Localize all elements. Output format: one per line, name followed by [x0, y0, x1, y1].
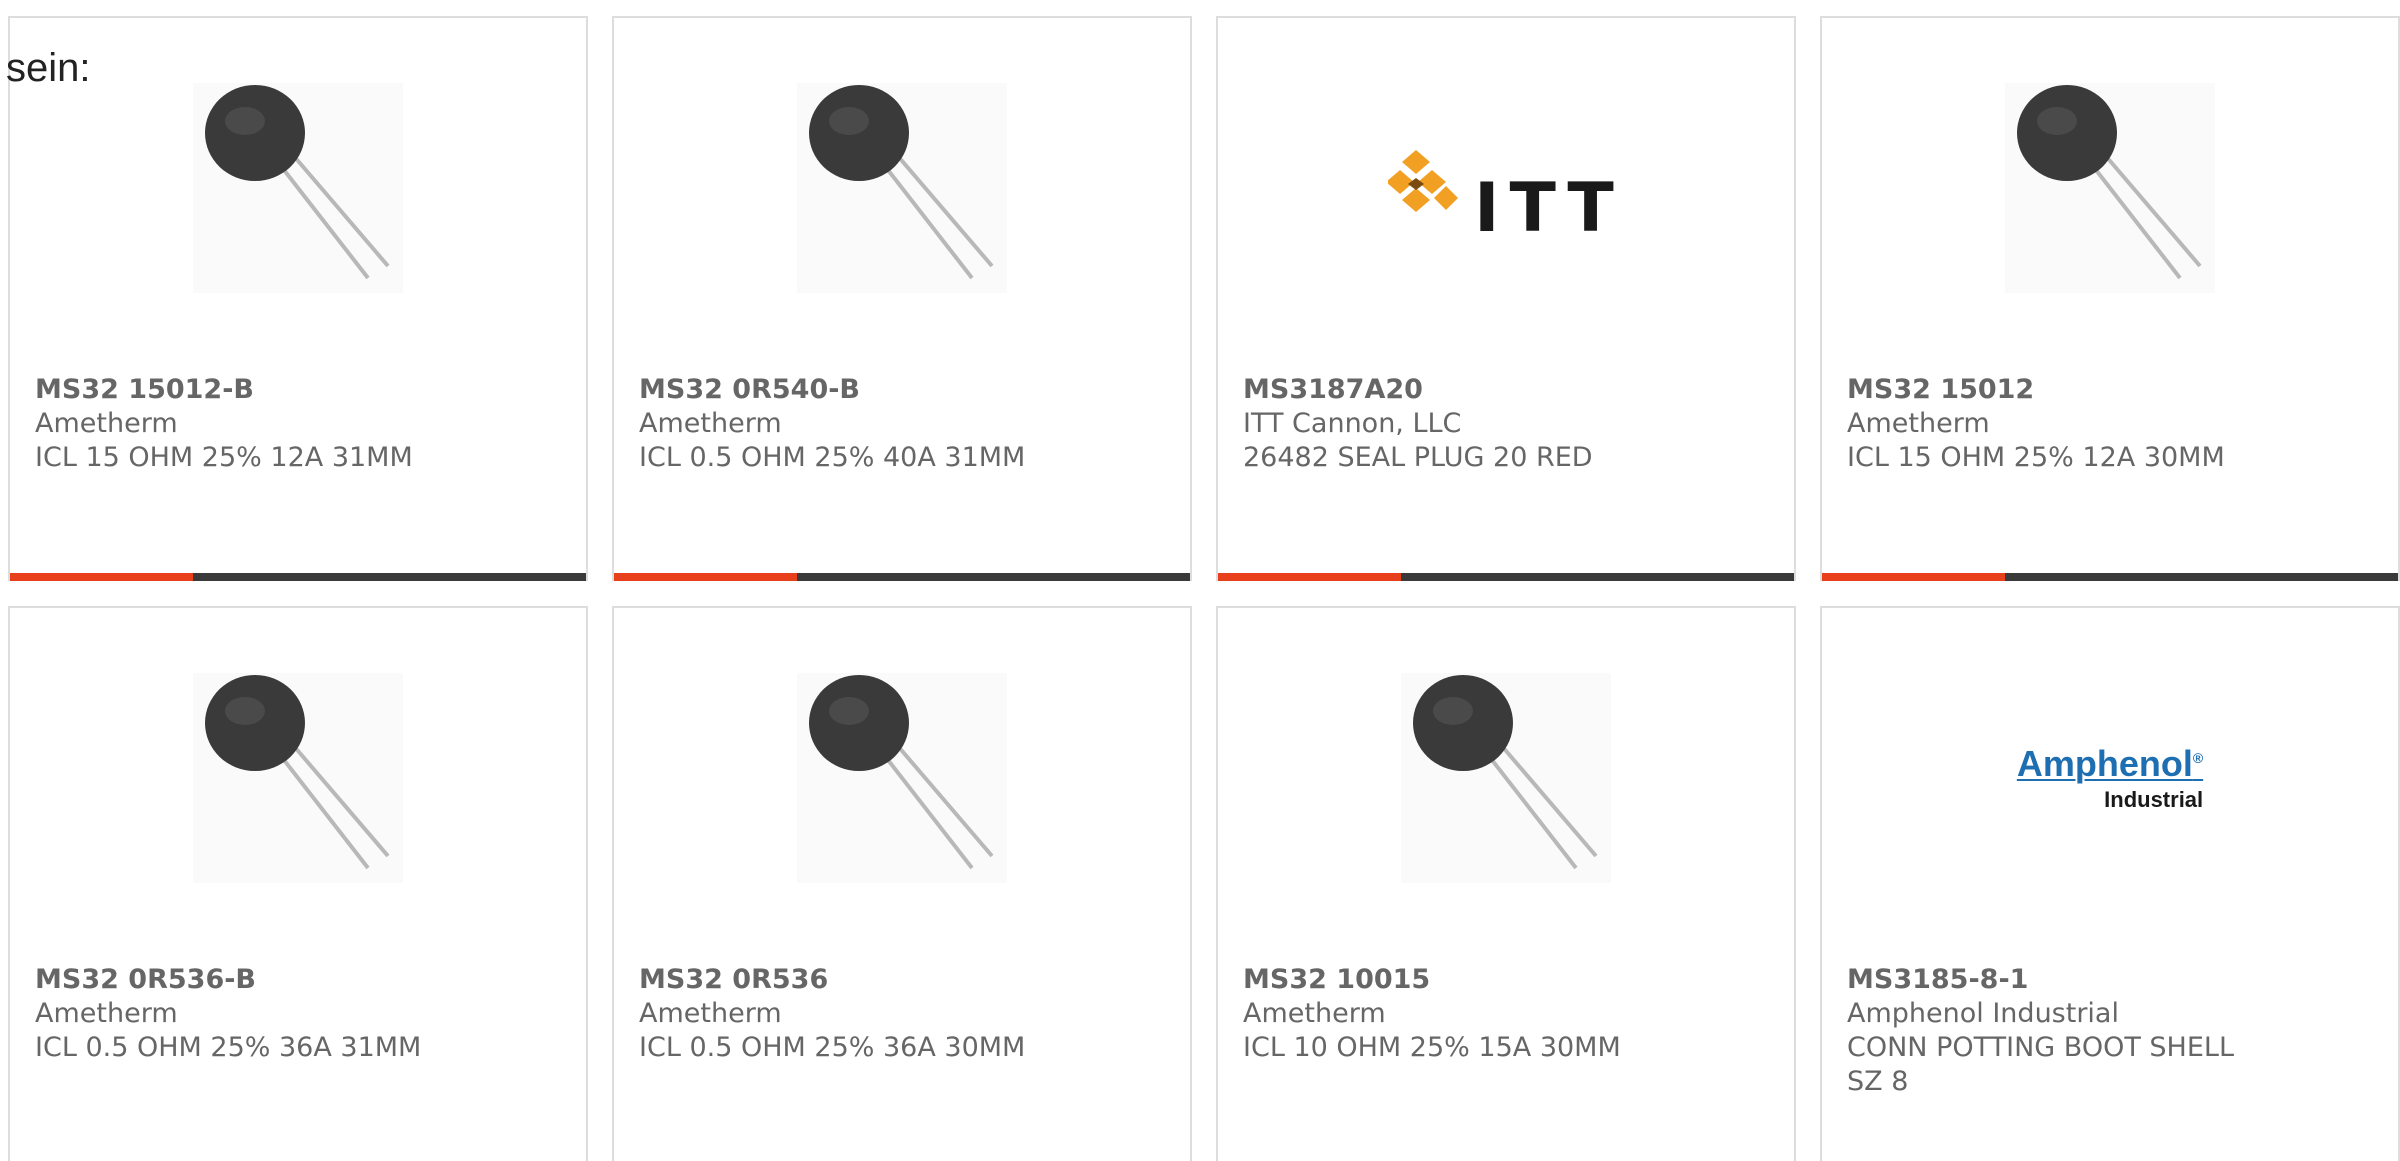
- part-number-link[interactable]: MS32 0R536: [639, 963, 1139, 997]
- product-card[interactable]: MS32 10015 Ametherm ICL 10 OHM 25% 15A 3…: [1216, 606, 1796, 1161]
- card-bar-accent: [1822, 573, 2005, 581]
- part-number-link[interactable]: MS3185-8-1: [1847, 963, 2267, 997]
- product-image[interactable]: ITT: [1218, 78, 1794, 298]
- card-bar-accent: [10, 573, 193, 581]
- product-info: MS32 15012 Ametherm ICL 15 OHM 25% 12A 3…: [1847, 373, 2347, 475]
- product-card[interactable]: Amphenol® Industrial MS3185-8-1 Amphenol…: [1820, 606, 2400, 1161]
- product-description: ICL 15 OHM 25% 12A 30MM: [1847, 442, 2225, 473]
- product-card[interactable]: MS32 0R536 Ametherm ICL 0.5 OHM 25% 36A …: [612, 606, 1192, 1161]
- product-info: MS32 0R536 Ametherm ICL 0.5 OHM 25% 36A …: [639, 963, 1139, 1065]
- product-description: ICL 10 OHM 25% 15A 30MM: [1243, 1032, 1621, 1063]
- product-info: MS3187A20 ITT Cannon, LLC 26482 SEAL PLU…: [1243, 373, 1743, 475]
- product-info: MS32 15012-B Ametherm ICL 15 OHM 25% 12A…: [35, 373, 535, 475]
- thermistor-icon: [2005, 83, 2215, 293]
- manufacturer-name: Ametherm: [639, 998, 782, 1029]
- amphenol-logo: Amphenol® Industrial: [2017, 743, 2203, 813]
- product-image[interactable]: [1822, 78, 2398, 298]
- product-description: ICL 0.5 OHM 25% 36A 31MM: [35, 1032, 422, 1063]
- product-info: MS3185-8-1 Amphenol Industrial CONN POTT…: [1847, 963, 2267, 1099]
- part-number-link[interactable]: MS32 0R536-B: [35, 963, 535, 997]
- part-number-link[interactable]: MS3187A20: [1243, 373, 1743, 407]
- product-image[interactable]: [10, 668, 586, 888]
- thermistor-icon: [797, 673, 1007, 883]
- itt-logo-mark-icon: [1388, 150, 1459, 212]
- product-description: ICL 15 OHM 25% 12A 31MM: [35, 442, 413, 473]
- card-bar-accent: [614, 573, 797, 581]
- part-number-link[interactable]: MS32 0R540-B: [639, 373, 1139, 407]
- manufacturer-name: ITT Cannon, LLC: [1243, 408, 1462, 439]
- product-image[interactable]: [614, 668, 1190, 888]
- product-info: MS32 10015 Ametherm ICL 10 OHM 25% 15A 3…: [1243, 963, 1743, 1065]
- card-bar: [1822, 573, 2398, 581]
- manufacturer-name: Ametherm: [35, 408, 178, 439]
- product-description: ICL 0.5 OHM 25% 36A 30MM: [639, 1032, 1026, 1063]
- thermistor-icon: [193, 83, 403, 293]
- itt-logo-text: ITT: [1474, 168, 1624, 248]
- part-number-link[interactable]: MS32 15012: [1847, 373, 2347, 407]
- thermistor-icon: [1401, 673, 1611, 883]
- product-description: CONN POTTING BOOT SHELL SZ 8: [1847, 1032, 2235, 1097]
- product-card[interactable]: MS32 15012 Ametherm ICL 15 OHM 25% 12A 3…: [1820, 16, 2400, 581]
- itt-logo: ITT: [1388, 129, 1624, 248]
- product-card[interactable]: MS32 0R540-B Ametherm ICL 0.5 OHM 25% 40…: [612, 16, 1192, 581]
- part-number-link[interactable]: MS32 15012-B: [35, 373, 535, 407]
- manufacturer-name: Ametherm: [1847, 408, 1990, 439]
- product-image[interactable]: [10, 78, 586, 298]
- product-card[interactable]: MS32 0R536-B Ametherm ICL 0.5 OHM 25% 36…: [8, 606, 588, 1161]
- card-bar: [614, 573, 1190, 581]
- manufacturer-name: Ametherm: [639, 408, 782, 439]
- amphenol-logo-subtext: Industrial: [2104, 787, 2204, 812]
- manufacturer-name: Amphenol Industrial: [1847, 998, 2119, 1029]
- thermistor-icon: [193, 673, 403, 883]
- product-info: MS32 0R540-B Ametherm ICL 0.5 OHM 25% 40…: [639, 373, 1139, 475]
- product-image[interactable]: [1218, 668, 1794, 888]
- product-card[interactable]: MS32 15012-B Ametherm ICL 15 OHM 25% 12A…: [8, 16, 588, 581]
- part-number-link[interactable]: MS32 10015: [1243, 963, 1743, 997]
- amphenol-logo-text: Amphenol®: [2016, 743, 2204, 784]
- product-grid: MS32 15012-B Ametherm ICL 15 OHM 25% 12A…: [0, 0, 2400, 1161]
- card-bar: [10, 573, 586, 581]
- thermistor-icon: [797, 83, 1007, 293]
- intro-text: sein:: [6, 46, 91, 90]
- product-image[interactable]: [614, 78, 1190, 298]
- product-card[interactable]: ITT MS3187A20 ITT Cannon, LLC 26482 SEAL…: [1216, 16, 1796, 581]
- card-bar-accent: [1218, 573, 1401, 581]
- product-image[interactable]: Amphenol® Industrial: [1822, 668, 2398, 888]
- manufacturer-name: Ametherm: [35, 998, 178, 1029]
- card-bar: [1218, 573, 1794, 581]
- product-description: ICL 0.5 OHM 25% 40A 31MM: [639, 442, 1026, 473]
- manufacturer-name: Ametherm: [1243, 998, 1386, 1029]
- product-description: 26482 SEAL PLUG 20 RED: [1243, 442, 1593, 473]
- product-info: MS32 0R536-B Ametherm ICL 0.5 OHM 25% 36…: [35, 963, 535, 1065]
